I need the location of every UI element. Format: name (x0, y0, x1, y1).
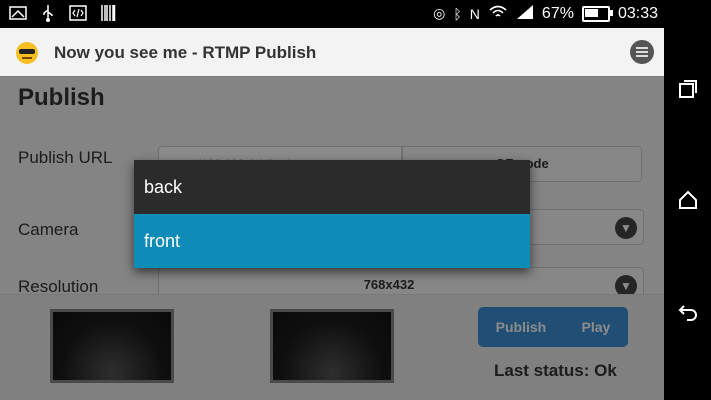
home-icon[interactable] (677, 189, 699, 211)
dropdown-option-front[interactable]: front (134, 214, 530, 268)
status-bar: ◎ ᛒ N 67% 03:33 (0, 0, 664, 28)
app-title: Now you see me - RTMP Publish (54, 43, 317, 62)
camera-dropdown-menu: back front (134, 160, 530, 268)
clock: 03:33 (617, 4, 658, 22)
wifi-icon (488, 4, 508, 23)
navigation-bar (664, 0, 711, 400)
battery-icon (581, 5, 613, 22)
app-bar: Now you see me - RTMP Publish (0, 28, 664, 77)
usb-icon (38, 4, 58, 22)
code-icon (68, 4, 88, 22)
back-icon[interactable] (677, 300, 699, 322)
battery-percent: 67% (541, 4, 574, 22)
dropdown-option-back[interactable]: back (134, 160, 530, 214)
nfc-icon: N (469, 5, 480, 22)
location-icon: ◎ (433, 5, 446, 21)
signal-icon (516, 4, 534, 23)
app-screen: ◎ ᛒ N 67% 03:33 Now you see me - RTMP Pu… (0, 0, 664, 400)
image-icon (8, 4, 28, 22)
barcode-icon (98, 4, 118, 22)
recent-apps-icon[interactable] (677, 78, 699, 100)
bluetooth-icon: ᛒ (453, 5, 462, 22)
menu-icon[interactable] (630, 40, 654, 64)
sunglasses-emoji-icon (16, 42, 38, 64)
